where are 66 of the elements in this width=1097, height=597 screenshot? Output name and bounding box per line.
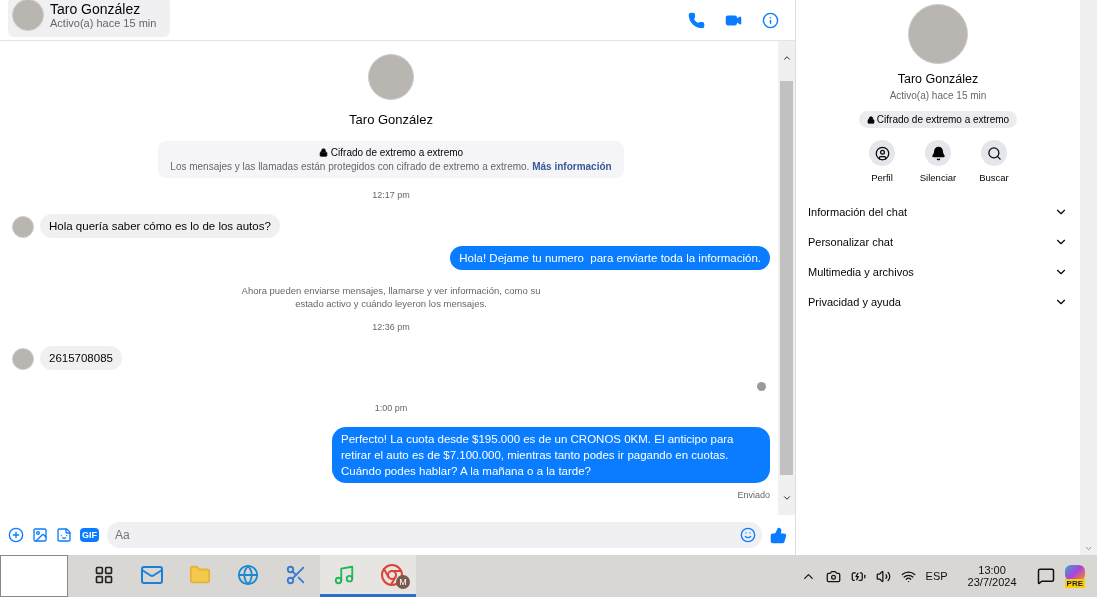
section-header[interactable]: Multimedia y archivos <box>808 257 1068 287</box>
avatar <box>368 54 414 100</box>
timestamp: 12:36 pm <box>372 322 410 332</box>
message-bubble: Hola! Dejame tu numero para enviarte toda la información. <box>450 246 770 270</box>
message-bubble: 2615708085 <box>40 346 122 370</box>
timestamp: 12:17 pm <box>372 190 410 200</box>
timestamp: 1:00 pm <box>374 403 408 413</box>
message-input[interactable]: Aa <box>107 522 762 548</box>
lock-icon <box>866 115 875 124</box>
scrollbar[interactable] <box>1080 0 1097 555</box>
avatar <box>12 348 34 370</box>
lock-icon <box>318 148 328 157</box>
image-icon[interactable] <box>32 527 48 543</box>
scrollbar[interactable] <box>778 41 795 515</box>
delivery-status: Enviado <box>737 490 770 500</box>
search-icon <box>986 145 1002 161</box>
contact-status: Activo(a) hace 15 min <box>889 90 987 101</box>
profile-badge: M <box>396 575 410 589</box>
gif-button[interactable]: GIF <box>80 528 99 542</box>
message-bubble: Hola quería saber cómo es lo de los autos? <box>40 214 280 238</box>
section-header[interactable]: Privacidad y ayuda <box>808 287 1068 317</box>
preview-badge: PRE <box>1064 578 1085 588</box>
speaker-icon[interactable] <box>875 568 891 584</box>
phone-icon[interactable] <box>688 11 705 29</box>
avatar <box>12 0 44 31</box>
clock[interactable]: 13:00 23/7/2024 <box>967 564 1017 588</box>
info-icon[interactable] <box>762 11 779 29</box>
scroll-down-icon[interactable] <box>781 493 792 503</box>
wifi-icon[interactable] <box>900 568 916 584</box>
contact-header[interactable]: Taro González Activo(a) hace 15 min <box>8 0 171 37</box>
taskbar-app[interactable]: M <box>368 555 416 597</box>
section-header[interactable]: Información del chat <box>808 197 1068 227</box>
encryption-title: Cifrado de extremo a extremo <box>330 147 464 158</box>
browser-icon <box>237 563 259 586</box>
emoji-icon[interactable] <box>740 527 756 543</box>
avatar <box>12 216 34 238</box>
encryption-label: Cifrado de extremo a extremo <box>876 114 1010 125</box>
scroll-thumb[interactable] <box>780 81 793 475</box>
contact-status: Activo(a) hace 15 min <box>50 17 157 29</box>
action-button[interactable]: Silenciar <box>921 140 955 183</box>
sticker-icon[interactable] <box>56 527 72 543</box>
seen-avatar <box>757 382 766 391</box>
action-button[interactable]: Buscar <box>977 140 1011 183</box>
message-bubble: Perfecto! La cuota desde $195.000 es de un CRONOS 0KM. El anticipo para retirar el auto es de $7.100.000, mientras tanto podes ir pagando en cuotas. Cuándo podes hablar? A la mañana o a la tarde? <box>332 427 770 483</box>
profile-icon <box>874 145 890 161</box>
music-icon <box>333 563 355 586</box>
system-notice: Ahora pueden enviarse mensajes, llamarse y ver información, como su estado activo y cuándo leyeron los mensajes. <box>240 284 542 310</box>
encryption-text: Los mensajes y las llamadas están protegidos con cifrado de extremo a extremo. Más información <box>170 161 612 172</box>
scroll-up-icon[interactable] <box>781 53 792 63</box>
section-header[interactable]: Personalizar chat <box>808 227 1068 257</box>
bell-icon <box>930 145 946 161</box>
contact-name: Taro González <box>897 72 979 86</box>
camera-icon[interactable] <box>825 568 841 584</box>
action-button[interactable]: Perfil <box>865 140 899 183</box>
contact-name: Taro González <box>349 112 433 127</box>
notification-icon[interactable] <box>1036 567 1055 585</box>
task-view-icon <box>94 564 114 585</box>
folder-icon <box>189 563 211 586</box>
thumbs-up-icon[interactable] <box>770 526 787 544</box>
plus-icon[interactable] <box>8 527 24 543</box>
copilot-icon[interactable] <box>1064 564 1085 581</box>
contact-name: Taro González <box>50 1 142 17</box>
more-info-link[interactable]: Más información <box>532 161 612 172</box>
scissors-icon <box>285 563 307 586</box>
search-field[interactable] <box>0 555 68 597</box>
language-indicator[interactable]: ESP <box>925 570 948 582</box>
